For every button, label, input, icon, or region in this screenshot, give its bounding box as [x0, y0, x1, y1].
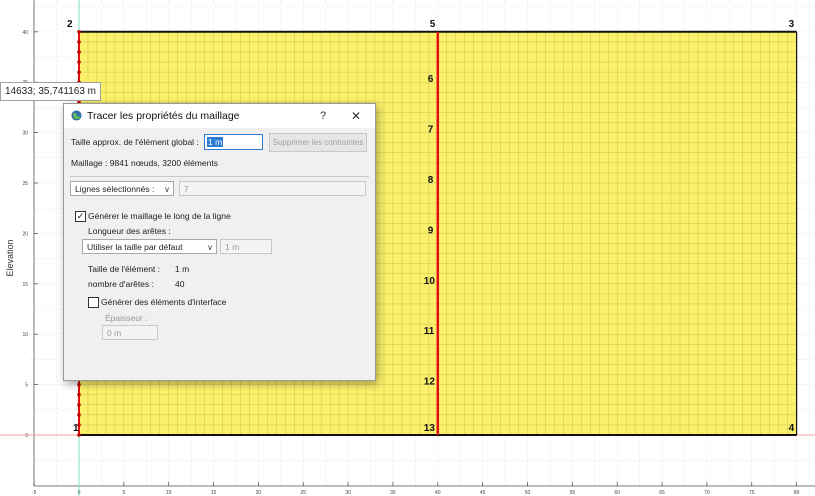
x-tick-label: -5	[32, 490, 37, 496]
mesh-properties-dialog[interactable]: Tracer les propriétés du maillage ? ✕ Ta…	[63, 103, 376, 381]
element-size-value: 1 m	[175, 264, 190, 274]
app-globe-icon	[71, 110, 82, 121]
x-tick-label: 50	[525, 490, 531, 496]
thickness-field: 0 m	[102, 325, 158, 340]
mesh-node	[77, 30, 81, 34]
point-label: 3	[789, 19, 795, 30]
point-label: 2	[67, 19, 73, 30]
x-tick-label: 15	[211, 490, 217, 496]
mesh-node	[77, 40, 81, 44]
y-tick-label: 15	[22, 282, 28, 288]
x-tick-label: 40	[435, 490, 441, 496]
thickness-label: Épaisseur :	[105, 313, 148, 323]
edge-length-label: Longueur des arêtes :	[88, 226, 171, 236]
x-tick-label: 45	[480, 490, 486, 496]
point-label: 8	[428, 175, 434, 186]
global-size-value: 1 m	[207, 137, 224, 147]
mesh-node	[77, 402, 81, 407]
coordinate-tooltip: 14633; 35,741163 m	[0, 82, 102, 101]
close-button[interactable]: ✕	[344, 106, 368, 126]
mesh-node	[77, 70, 81, 74]
mesh-node	[77, 60, 81, 64]
mesh-node	[77, 392, 81, 397]
point-label: 7	[428, 125, 434, 136]
point-label: 13	[424, 423, 436, 434]
gen-along-line-checkbox[interactable]: ✓	[75, 211, 86, 222]
edge-count-value: 40	[175, 279, 185, 289]
element-size-label: Taille de l'élément :	[88, 264, 161, 274]
x-tick-label: 25	[300, 490, 306, 496]
mesh-node	[77, 50, 81, 54]
checkmark-icon: ✓	[76, 211, 85, 221]
edge-mode-value: Utiliser la taille par défaut	[87, 242, 183, 252]
point-label: 10	[424, 276, 436, 287]
y-tick-label: 10	[22, 332, 28, 338]
y-tick-label: 25	[22, 181, 28, 187]
y-tick-label: 30	[22, 131, 28, 137]
help-button[interactable]: ?	[312, 106, 334, 126]
chevron-down-icon: ∨	[207, 243, 213, 252]
y-axis-label: Elevation	[5, 239, 15, 276]
separator	[70, 176, 369, 177]
point-label: 12	[424, 377, 436, 388]
x-tick-label: 80	[794, 490, 800, 496]
x-tick-label: 55	[570, 490, 576, 496]
y-tick-label: 5	[25, 383, 28, 389]
gen-along-line-label[interactable]: Générer le maillage le long de la ligne	[88, 211, 231, 221]
mesh-node	[77, 382, 81, 387]
x-tick-label: 35	[390, 490, 396, 496]
x-tick-label: 70	[704, 490, 710, 496]
global-size-input[interactable]: 1 m	[204, 134, 263, 150]
mesh-info: Maillage : 9841 nœuds, 3200 éléments	[71, 158, 218, 168]
gen-interface-checkbox[interactable]	[88, 297, 99, 308]
x-tick-label: 5	[122, 490, 125, 496]
edge-length-field: 1 m	[220, 239, 272, 254]
point-label: 6	[428, 74, 434, 85]
y-tick-label: 0	[25, 433, 28, 439]
x-tick-label: 30	[345, 490, 351, 496]
dialog-title: Tracer les propriétés du maillage	[87, 110, 240, 122]
mesh-node	[77, 413, 81, 417]
global-size-label: Taille approx. de l'élément global :	[71, 137, 199, 147]
chevron-down-icon: ∨	[164, 185, 170, 194]
dialog-titlebar[interactable]: Tracer les propriétés du maillage ? ✕	[64, 104, 375, 128]
gen-interface-label[interactable]: Générer des éléments d'interface	[101, 297, 226, 307]
remove-constraints-button[interactable]: Supprimer les contraintes	[269, 133, 367, 152]
x-tick-label: 65	[659, 490, 665, 496]
x-tick-label: 20	[256, 490, 262, 496]
x-tick-label: 60	[614, 490, 620, 496]
selection-type-value: Lignes sélectionnés :	[75, 184, 155, 194]
y-tick-label: 20	[22, 231, 28, 237]
x-tick-label: 75	[749, 490, 755, 496]
edge-mode-select[interactable]: Utiliser la taille par défaut ∨	[82, 239, 217, 254]
point-label: 5	[430, 19, 436, 30]
y-tick-label: 40	[22, 30, 28, 36]
point-label: 1	[73, 423, 79, 434]
selection-count-field: 7	[179, 181, 366, 196]
edge-count-label: nombre d'arêtes :	[88, 279, 154, 289]
selection-type-select[interactable]: Lignes sélectionnés : ∨	[70, 181, 174, 196]
x-tick-label: 10	[166, 490, 172, 496]
point-label: 11	[424, 326, 435, 337]
point-label: 4	[789, 423, 795, 434]
point-label: 9	[428, 225, 434, 236]
